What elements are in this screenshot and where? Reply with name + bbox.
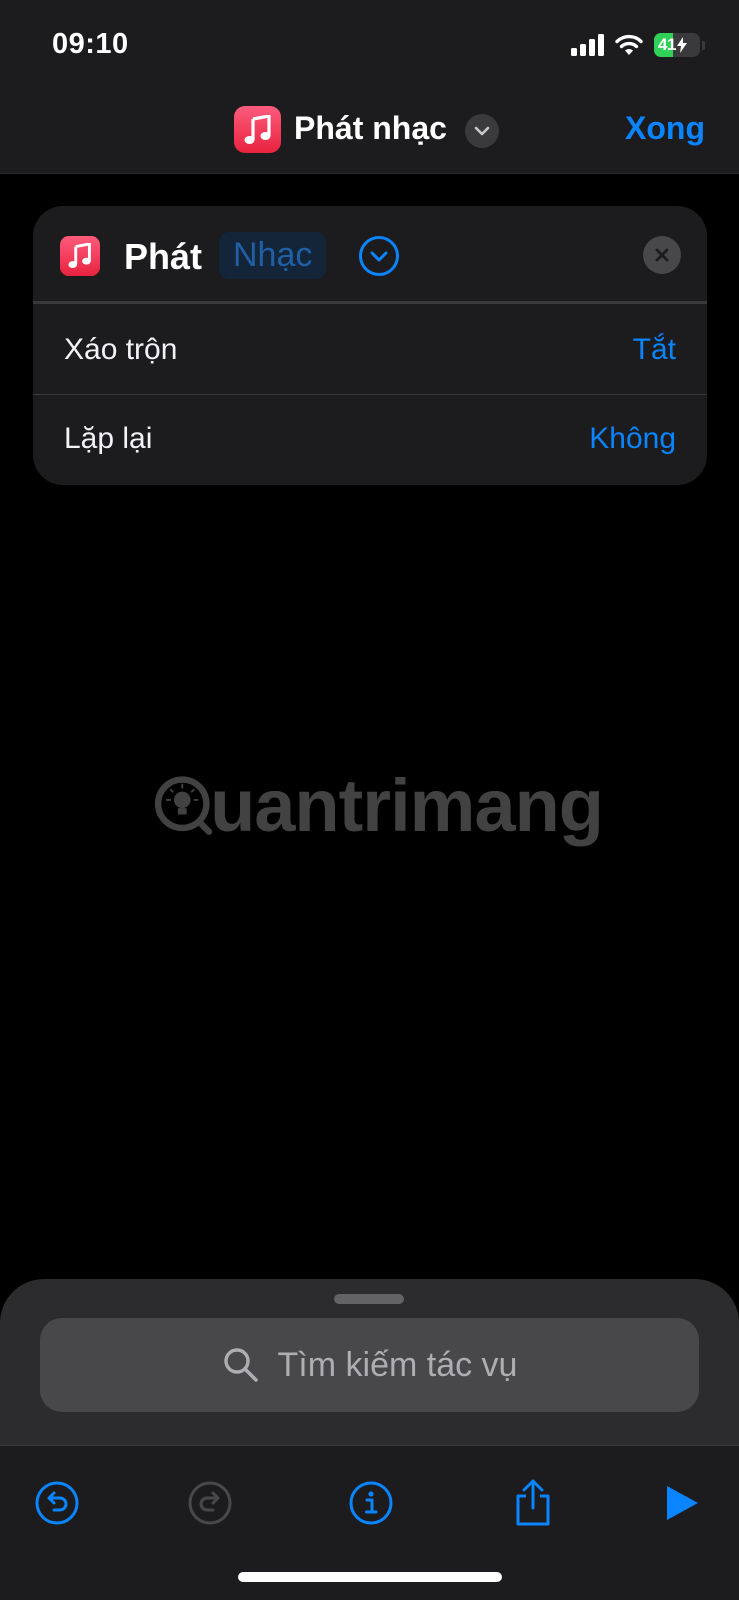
shortcut-title[interactable]: Phát nhạc	[294, 110, 447, 147]
undo-button[interactable]	[32, 1478, 82, 1528]
redo-button[interactable]	[185, 1478, 235, 1528]
search-actions-input[interactable]: Tìm kiếm tác vụ	[40, 1318, 699, 1412]
shuffle-value[interactable]: Tắt	[633, 333, 676, 367]
watermark-text: uantrimang	[210, 763, 604, 847]
play-icon	[667, 1486, 698, 1520]
done-button[interactable]: Xong	[625, 110, 705, 147]
status-indicators: 41	[571, 30, 705, 60]
info-icon	[349, 1481, 393, 1525]
run-button[interactable]	[656, 1478, 706, 1528]
charging-bolt-icon	[676, 37, 687, 53]
undo-icon	[35, 1481, 79, 1525]
share-button[interactable]	[508, 1478, 558, 1528]
action-verb: Phát	[124, 236, 203, 277]
action-search-sheet: Tìm kiếm tác vụ	[0, 1279, 739, 1600]
shuffle-row[interactable]: Xáo trộn Tắt	[33, 307, 707, 395]
battery-cap	[702, 40, 705, 50]
search-placeholder: Tìm kiếm tác vụ	[277, 1345, 518, 1384]
action-header: Phát Nhạc	[33, 206, 707, 304]
home-indicator[interactable]	[238, 1572, 502, 1582]
status-time: 09:10	[52, 28, 129, 60]
play-music-action-card: Phát Nhạc Xáo trộn Tắt Lặp lại Không	[33, 206, 707, 485]
repeat-label: Lặp lại	[64, 422, 153, 455]
repeat-row[interactable]: Lặp lại Không	[33, 396, 707, 484]
redo-icon	[188, 1481, 232, 1525]
music-parameter-token[interactable]: Nhạc	[219, 232, 327, 279]
lightbulb-logo-icon	[154, 776, 213, 835]
expand-chevron-icon[interactable]	[359, 236, 399, 276]
share-icon	[516, 1479, 550, 1526]
sheet-grabber[interactable]	[334, 1294, 404, 1304]
battery-icon: 41	[654, 33, 700, 57]
search-icon	[223, 1348, 258, 1382]
wifi-icon	[615, 34, 643, 55]
quantrimang-watermark: uantrimang	[153, 755, 604, 855]
info-button[interactable]	[346, 1478, 396, 1528]
repeat-value[interactable]: Không	[589, 422, 676, 456]
remove-action-close-icon[interactable]	[643, 236, 681, 274]
battery-level: 41	[658, 35, 676, 54]
top-bar: 09:10 41 Phát nhạc Xong	[0, 0, 739, 174]
cellular-signal-icon	[571, 34, 604, 56]
music-action-icon	[60, 236, 100, 276]
music-app-icon	[234, 106, 281, 153]
title-chevron-down-icon[interactable]	[465, 114, 499, 148]
shuffle-label: Xáo trộn	[64, 333, 178, 366]
